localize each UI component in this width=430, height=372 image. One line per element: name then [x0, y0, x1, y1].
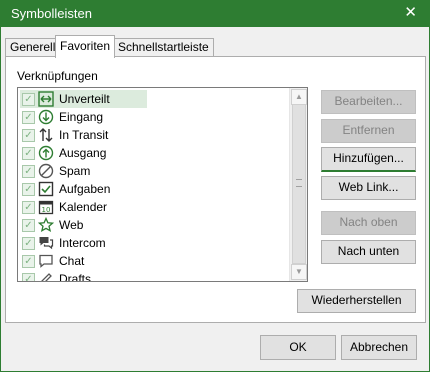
list-item-label: In Transit — [59, 128, 109, 142]
intercom-icon — [39, 237, 54, 250]
transit-icon — [39, 128, 53, 142]
checkbox[interactable]: ✓ — [22, 147, 35, 160]
list-item[interactable]: ✓ Chat — [18, 252, 292, 270]
section-label: Verknüpfungen — [17, 69, 98, 83]
checkbox[interactable]: ✓ — [22, 237, 35, 250]
web-link-button[interactable]: Web Link... — [321, 176, 416, 200]
checkbox[interactable]: ✓ — [22, 129, 35, 142]
tab-generell[interactable]: Generell — [5, 38, 61, 57]
tab-schnellstartleiste[interactable]: Schnellstartleiste — [113, 38, 214, 57]
tab-favoriten[interactable]: Favoriten — [55, 35, 116, 58]
calendar-day: 10 — [42, 206, 51, 214]
chat-icon — [39, 254, 53, 268]
checkbox[interactable]: ✓ — [22, 165, 35, 178]
list-item[interactable]: ✓ Spam — [18, 162, 292, 180]
scroll-grip-icon — [296, 179, 302, 187]
list-item-label: Chat — [59, 254, 85, 268]
cancel-button[interactable]: Abbrechen — [341, 335, 417, 360]
checkbox[interactable]: ✓ — [22, 183, 35, 196]
list-item-label: Eingang — [59, 110, 104, 124]
shortcut-list[interactable]: ✓ Unverteilt ✓ Eingang ✓ In Transit ✓ Au… — [17, 87, 308, 282]
list-item-label: Intercom — [59, 236, 106, 250]
list-item[interactable]: ✓ Unverteilt — [18, 90, 292, 108]
web-star-icon — [38, 217, 54, 232]
checkbox[interactable]: ✓ — [22, 201, 35, 214]
inbox-icon — [38, 109, 54, 125]
edit-button[interactable]: Bearbeiten... — [321, 90, 416, 114]
dialog-window: Symbolleisten ✕ Generell Favoriten Schne… — [0, 0, 430, 372]
list-item[interactable]: ✓ 10 Kalender — [18, 198, 292, 216]
unverteilt-icon — [38, 91, 54, 107]
move-up-button[interactable]: Nach oben — [321, 211, 416, 235]
spam-icon — [38, 163, 54, 179]
scroll-down-icon[interactable]: ▼ — [291, 264, 307, 280]
list-item[interactable]: ✓ Eingang — [18, 108, 292, 126]
list-item[interactable]: ✓ Ausgang — [18, 144, 292, 162]
move-down-button[interactable]: Nach unten — [321, 240, 416, 264]
outbox-icon — [38, 145, 54, 161]
list-item-label: Web — [59, 218, 84, 232]
list-item-label: Ausgang — [59, 146, 107, 160]
list-item[interactable]: ✓ In Transit — [18, 126, 292, 144]
checkbox[interactable]: ✓ — [22, 93, 35, 106]
list-item-label: Spam — [59, 164, 91, 178]
list-item[interactable]: ✓ Intercom — [18, 234, 292, 252]
close-icon[interactable]: ✕ — [404, 5, 417, 21]
ok-button[interactable]: OK — [260, 335, 336, 360]
list-item-label: Unverteilt — [59, 92, 110, 106]
list-item-label: Aufgaben — [59, 182, 111, 196]
checkbox[interactable]: ✓ — [22, 255, 35, 268]
title-bar: Symbolleisten ✕ — [1, 1, 429, 27]
restore-button[interactable]: Wiederherstellen — [297, 289, 416, 313]
tasks-icon — [38, 181, 54, 197]
scrollbar-thumb[interactable] — [292, 104, 306, 264]
list-scrollbar[interactable]: ▲ ▼ — [289, 88, 307, 281]
drafts-icon — [41, 273, 52, 281]
checkbox[interactable]: ✓ — [22, 111, 35, 124]
scroll-up-icon[interactable]: ▲ — [291, 89, 307, 105]
list-item-label: Kalender — [59, 200, 108, 214]
list-item[interactable]: ✓ Aufgaben — [18, 180, 292, 198]
list-item[interactable]: ✓ Web — [18, 216, 292, 234]
calendar-icon: 10 — [38, 200, 54, 215]
checkbox[interactable]: ✓ — [22, 273, 35, 281]
add-button[interactable]: Hinzufügen... — [321, 147, 416, 172]
checkbox[interactable]: ✓ — [22, 219, 35, 232]
window-title: Symbolleisten — [11, 6, 92, 21]
list-item[interactable]: ✓ Drafts — [18, 270, 292, 282]
list-item-label: Drafts — [59, 272, 92, 282]
remove-button[interactable]: Entfernen — [321, 119, 416, 143]
tab-panel: Verknüpfungen ✓ Unverteilt ✓ Eingang ✓ I… — [5, 56, 426, 323]
